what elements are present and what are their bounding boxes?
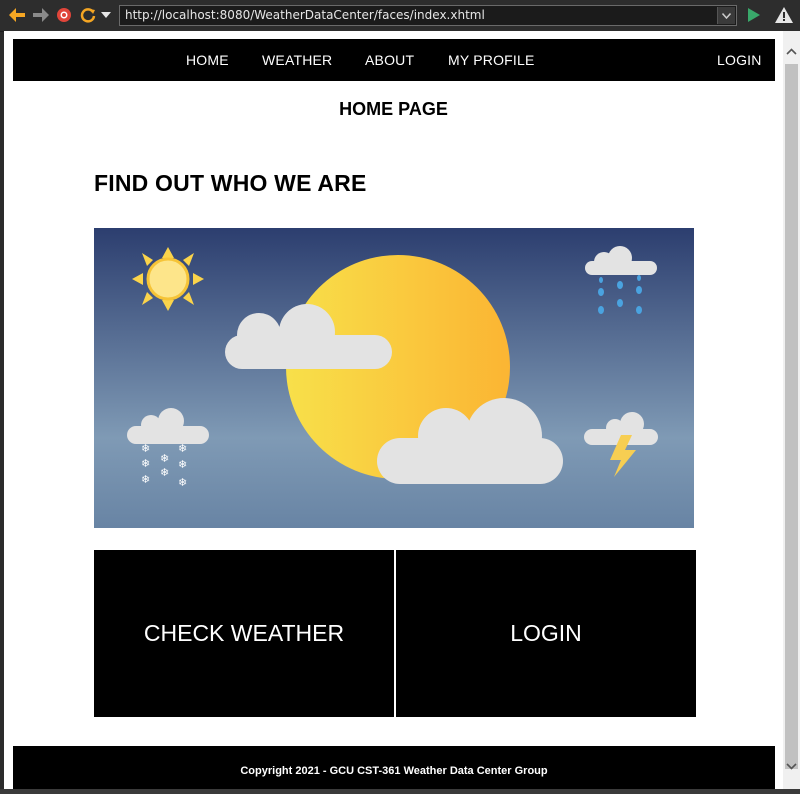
svg-text:❄: ❄ bbox=[160, 452, 169, 465]
chevron-down-icon[interactable] bbox=[717, 7, 735, 24]
go-icon[interactable] bbox=[744, 5, 764, 25]
refresh-icon[interactable] bbox=[78, 5, 98, 25]
footer-copyright: Copyright 2021 - GCU CST-361 Weather Dat… bbox=[240, 765, 548, 777]
window-bottom-edge bbox=[0, 789, 800, 794]
vertical-scrollbar[interactable] bbox=[783, 31, 800, 789]
check-weather-button[interactable]: CHECK WEATHER bbox=[94, 550, 394, 717]
top-navbar: HOME WEATHER ABOUT MY PROFILE LOGIN bbox=[13, 39, 775, 81]
stop-icon[interactable] bbox=[54, 5, 74, 25]
nav-item-my-profile[interactable]: MY PROFILE bbox=[448, 39, 535, 81]
hero-weather-image: ❄ ❄ ❄ ❄ ❄ ❄ ❄ ❄ bbox=[94, 228, 694, 528]
svg-text:❄: ❄ bbox=[160, 466, 169, 479]
svg-text:❄: ❄ bbox=[141, 473, 150, 486]
dropdown-icon[interactable] bbox=[96, 5, 116, 25]
url-text: http://localhost:8080/WeatherDataCenter/… bbox=[125, 8, 485, 22]
svg-text:❄: ❄ bbox=[178, 458, 187, 471]
nav-item-login[interactable]: LOGIN bbox=[717, 39, 762, 81]
nav-item-weather[interactable]: WEATHER bbox=[262, 39, 332, 81]
check-weather-label: CHECK WEATHER bbox=[143, 620, 345, 646]
scroll-down-icon[interactable] bbox=[783, 758, 800, 775]
svg-text:❄: ❄ bbox=[141, 457, 150, 470]
forward-arrow-icon[interactable] bbox=[31, 5, 51, 25]
section-title: FIND OUT WHO WE ARE bbox=[94, 170, 367, 196]
page-title: HOME PAGE bbox=[339, 99, 448, 119]
url-field[interactable]: http://localhost:8080/WeatherDataCenter/… bbox=[119, 5, 737, 26]
page-footer: Copyright 2021 - GCU CST-361 Weather Dat… bbox=[13, 746, 775, 789]
nav-item-about[interactable]: ABOUT bbox=[365, 39, 414, 81]
svg-text:❄: ❄ bbox=[178, 476, 187, 489]
login-tile-label: LOGIN bbox=[510, 620, 582, 646]
login-button[interactable]: LOGIN bbox=[396, 550, 696, 717]
warning-icon[interactable] bbox=[774, 5, 794, 25]
page-viewport: HOME WEATHER ABOUT MY PROFILE LOGIN HOME… bbox=[4, 31, 783, 789]
scrollbar-thumb[interactable] bbox=[785, 64, 798, 769]
nav-item-home[interactable]: HOME bbox=[186, 39, 229, 81]
svg-text:❄: ❄ bbox=[178, 442, 187, 455]
browser-toolbar: http://localhost:8080/WeatherDataCenter/… bbox=[0, 0, 800, 32]
svg-text:❄: ❄ bbox=[141, 442, 150, 455]
back-arrow-icon[interactable] bbox=[7, 5, 27, 25]
scroll-up-icon[interactable] bbox=[783, 43, 800, 60]
